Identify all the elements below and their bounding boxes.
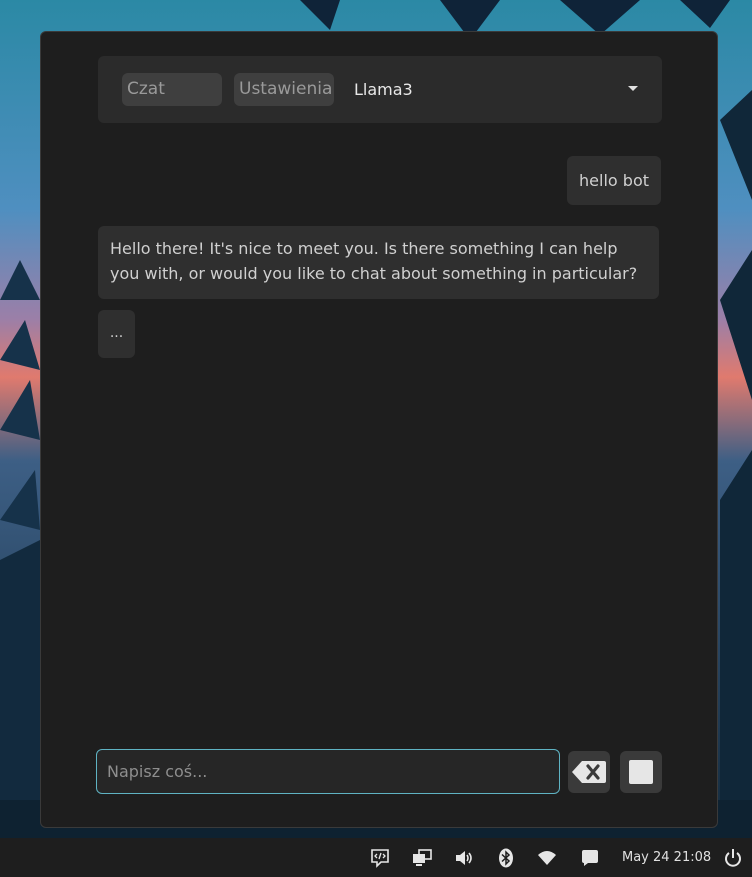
backspace-icon bbox=[572, 761, 606, 783]
notification-icon[interactable] bbox=[580, 848, 600, 868]
power-icon[interactable] bbox=[723, 848, 743, 868]
top-toolbar: Czat Ustawienia Llama3 bbox=[98, 56, 662, 123]
user-message-bubble: hello bot bbox=[567, 156, 661, 205]
stop-icon bbox=[629, 760, 653, 784]
system-taskbar: May 24 21:08 bbox=[0, 838, 752, 877]
tab-chat[interactable]: Czat bbox=[122, 73, 222, 106]
assistant-typing-indicator: ... bbox=[98, 310, 135, 358]
taskbar-clock[interactable]: May 24 21:08 bbox=[622, 849, 711, 867]
chevron-down-icon bbox=[628, 86, 638, 91]
model-select-dropdown[interactable]: Llama3 bbox=[348, 73, 642, 106]
assistant-message-bubble: Hello there! It's nice to meet you. Is t… bbox=[98, 226, 659, 299]
chat-app-window: Czat Ustawienia Llama3 hello bot Hello t… bbox=[40, 31, 718, 828]
stop-generation-button[interactable] bbox=[620, 751, 662, 793]
bluetooth-icon[interactable] bbox=[496, 848, 516, 868]
volume-icon[interactable] bbox=[454, 848, 474, 868]
tab-settings[interactable]: Ustawienia bbox=[234, 73, 334, 106]
model-select-value: Llama3 bbox=[354, 80, 413, 99]
message-input[interactable] bbox=[96, 749, 560, 794]
display-icon[interactable] bbox=[412, 848, 432, 868]
clear-input-button[interactable] bbox=[568, 751, 610, 793]
wifi-icon[interactable] bbox=[537, 848, 557, 868]
code-chat-icon[interactable] bbox=[370, 848, 390, 868]
